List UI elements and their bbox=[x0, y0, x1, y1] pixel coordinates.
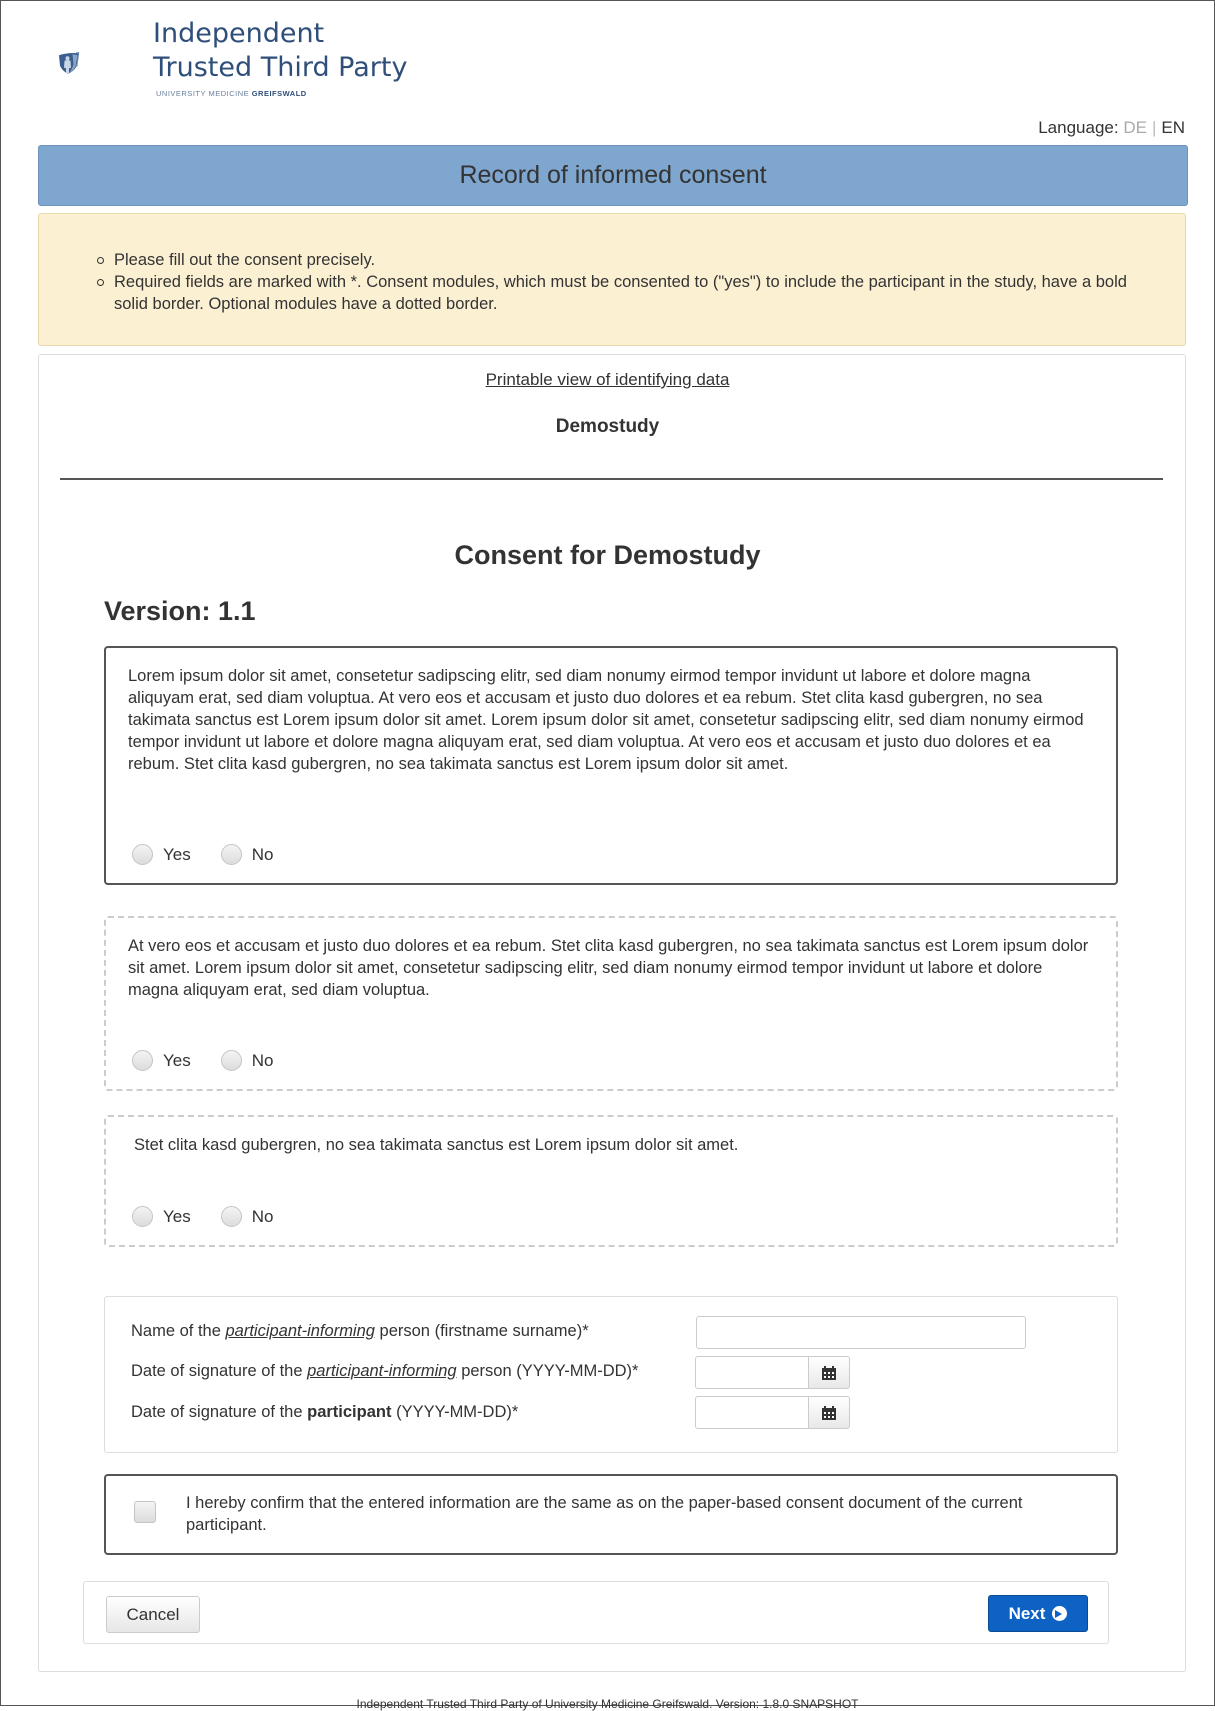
radio-yes-label: Yes bbox=[163, 844, 191, 864]
informer-date-input[interactable] bbox=[695, 1356, 809, 1389]
informer-date-calendar-button[interactable] bbox=[808, 1356, 850, 1389]
consent-title: Consent for Demostudy bbox=[454, 540, 761, 570]
radio-circle[interactable] bbox=[132, 1050, 153, 1071]
module-radio-group: Yes No bbox=[132, 1050, 273, 1071]
radio-circle[interactable] bbox=[220, 844, 242, 865]
informer-date-label: Date of signature of the participant-inf… bbox=[131, 1362, 639, 1380]
module-radio-group: Yes No bbox=[132, 1206, 273, 1227]
radio-yes-label: Yes bbox=[163, 1050, 191, 1070]
radio-yes[interactable]: Yes bbox=[132, 844, 191, 865]
language-label: Language: bbox=[1038, 118, 1119, 137]
radio-circle[interactable] bbox=[220, 1050, 242, 1071]
module-text: Lorem ipsum dolor sit amet, consetetur s… bbox=[128, 667, 1084, 773]
language-option-de[interactable]: DE bbox=[1123, 118, 1147, 137]
study-name: Demostudy bbox=[555, 416, 660, 437]
logo-shield-icon bbox=[59, 51, 80, 74]
confirmation-checkbox[interactable] bbox=[134, 1501, 156, 1523]
button-bar: Cancel Next bbox=[83, 1581, 1109, 1644]
calendar-icon bbox=[822, 1405, 836, 1420]
next-button-label: Next bbox=[1008, 1603, 1046, 1623]
participant-date-input[interactable] bbox=[695, 1396, 809, 1429]
module-radio-group: Yes No bbox=[132, 844, 273, 865]
info-item: Required fields are marked with *. Conse… bbox=[97, 271, 1145, 315]
module-text: Stet clita kasd gubergren, no sea takima… bbox=[134, 1136, 739, 1154]
radio-yes[interactable]: Yes bbox=[132, 1050, 191, 1071]
radio-no[interactable]: No bbox=[220, 1050, 274, 1071]
informer-name-input[interactable] bbox=[696, 1316, 1026, 1349]
radio-yes[interactable]: Yes bbox=[132, 1206, 191, 1227]
participant-date-label: Date of signature of the participant (YY… bbox=[131, 1403, 519, 1421]
radio-no-label: No bbox=[251, 1206, 274, 1226]
consent-module-optional: Stet clita kasd gubergren, no sea takima… bbox=[104, 1115, 1118, 1247]
calendar-icon bbox=[822, 1365, 836, 1380]
page-title: Record of informed consent bbox=[38, 145, 1188, 206]
module-text: At vero eos et accusam et justo duo dolo… bbox=[128, 937, 1089, 999]
radio-circle[interactable] bbox=[132, 1206, 153, 1227]
confirmation-box: I hereby confirm that the entered inform… bbox=[104, 1474, 1118, 1555]
radio-no-label: No bbox=[251, 844, 274, 864]
logo-title-line1: Independent bbox=[153, 18, 325, 49]
consent-module-required: Lorem ipsum dolor sit amet, consetetur s… bbox=[104, 646, 1118, 885]
radio-no[interactable]: No bbox=[220, 1206, 274, 1227]
arrow-circle-right-icon bbox=[1052, 1606, 1068, 1621]
radio-yes-label: Yes bbox=[163, 1206, 191, 1226]
confirmation-text: I hereby confirm that the entered inform… bbox=[186, 1494, 1023, 1534]
radio-no[interactable]: No bbox=[220, 844, 274, 865]
consent-version: Version: 1.1 bbox=[104, 596, 256, 626]
next-button[interactable]: Next bbox=[988, 1595, 1088, 1632]
footer-text: Independent Trusted Third Party of Unive… bbox=[356, 1697, 859, 1711]
logo-title-line2: Trusted Third Party bbox=[153, 52, 408, 83]
divider bbox=[60, 478, 1163, 480]
info-alert: Please fill out the consent precisely. R… bbox=[38, 213, 1186, 346]
radio-no-label: No bbox=[251, 1050, 274, 1070]
informer-name-label: Name of the participant-informing person… bbox=[131, 1322, 589, 1340]
radio-circle[interactable] bbox=[132, 844, 153, 865]
language-separator: | bbox=[1151, 118, 1157, 137]
consent-module-optional: At vero eos et accusam et justo duo dolo… bbox=[104, 916, 1118, 1091]
radio-circle[interactable] bbox=[220, 1206, 242, 1227]
info-list: Please fill out the consent precisely. R… bbox=[39, 249, 1145, 315]
participant-date-calendar-button[interactable] bbox=[808, 1396, 850, 1429]
language-switcher: Language: DE | EN bbox=[1038, 118, 1185, 138]
cancel-button[interactable]: Cancel bbox=[106, 1596, 200, 1633]
language-option-en[interactable]: EN bbox=[1161, 118, 1185, 137]
info-item: Please fill out the consent precisely. bbox=[97, 249, 1145, 271]
printable-view-link[interactable]: Printable view of identifying data bbox=[0, 370, 1215, 390]
logo-subtitle: UNIVERSITY MEDICINE GREIFSWALD bbox=[156, 89, 307, 98]
